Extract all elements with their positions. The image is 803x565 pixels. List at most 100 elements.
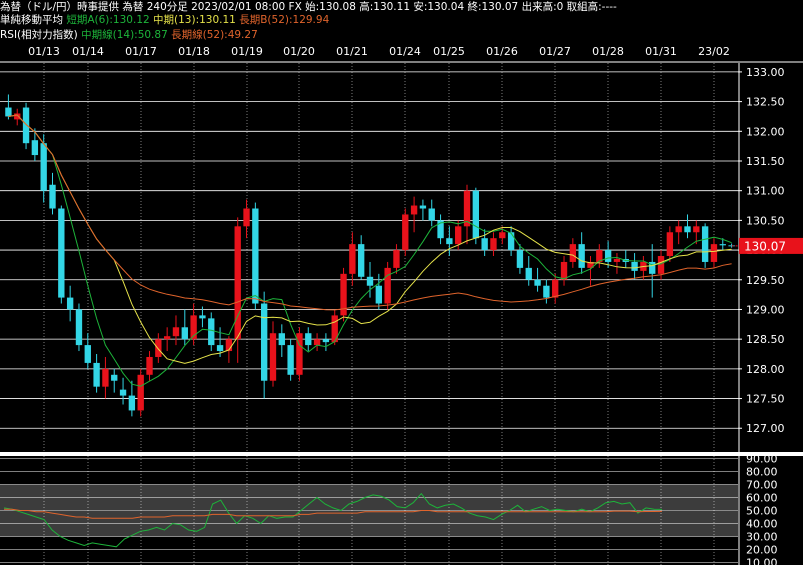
- candle-down: [208, 318, 215, 346]
- date-tick-label: 01/21: [336, 45, 368, 58]
- candle-up: [710, 244, 718, 262]
- last-price-label: 130.07: [744, 239, 786, 253]
- candle-down: [287, 345, 294, 375]
- date-tick-label: 01/13: [28, 45, 60, 58]
- candle-down: [199, 315, 206, 319]
- candle-down: [534, 279, 541, 286]
- candle-down: [66, 297, 74, 310]
- price-tick-label: 127.00: [746, 422, 785, 435]
- candle-up: [269, 333, 277, 381]
- price-tick-label: 131.50: [746, 155, 785, 168]
- candle-down: [446, 238, 453, 245]
- candle-down: [578, 244, 585, 268]
- date-tick-label: 01/28: [592, 45, 624, 58]
- candle-down: [111, 374, 118, 381]
- candle-up: [560, 261, 568, 280]
- candle-up: [490, 238, 497, 251]
- candle-up: [455, 226, 462, 245]
- candle-down: [516, 250, 524, 268]
- date-tick-label: 01/17: [125, 45, 157, 58]
- price-tick-label: 129.50: [746, 274, 785, 287]
- candle-up: [675, 226, 682, 233]
- candle-up: [349, 244, 356, 274]
- candle-up: [102, 368, 109, 387]
- date-tick-label: 01/19: [231, 45, 263, 58]
- candle-up: [14, 113, 21, 120]
- candle-down: [305, 333, 312, 346]
- rsi-tick-label: 60.00: [746, 492, 778, 505]
- price-tick-label: 128.50: [746, 333, 785, 346]
- candle-down: [604, 250, 612, 262]
- candle-down: [507, 232, 515, 251]
- candle-down: [719, 244, 726, 246]
- price-tick-label: 127.50: [746, 393, 785, 406]
- date-tick-label: 23/02: [698, 45, 730, 58]
- candle-down: [419, 205, 427, 209]
- candle-up: [234, 226, 241, 340]
- candle-down: [181, 327, 188, 340]
- candle-down: [543, 285, 550, 298]
- date-tick-label: 01/20: [283, 45, 315, 58]
- candle-up: [163, 336, 171, 340]
- date-tick-label: 01/18: [178, 45, 210, 58]
- candle-down: [684, 226, 691, 233]
- candle-down: [701, 226, 709, 262]
- candle-down: [93, 362, 100, 387]
- candle-down: [260, 303, 268, 381]
- candle-down: [128, 395, 136, 411]
- candle-down: [481, 238, 488, 251]
- price-tick-label: 132.50: [746, 96, 785, 109]
- rsi-tick-label: 50.00: [746, 505, 778, 518]
- ma-mid-line: [8, 114, 732, 364]
- price-tick-label: 131.00: [746, 185, 785, 198]
- price-tick-label: 133.00: [746, 66, 785, 79]
- candle-down: [49, 184, 56, 209]
- candle-down: [631, 261, 638, 271]
- price-tick-label: 132.00: [746, 125, 785, 138]
- candle-down: [119, 389, 127, 396]
- candle-up: [569, 244, 577, 262]
- rsi-tick-label: 70.00: [746, 479, 778, 492]
- rsi-tick-label: 10.00: [746, 556, 778, 565]
- candle-up: [402, 214, 409, 251]
- date-tick-label: 01/26: [486, 45, 518, 58]
- ma-short-line: [8, 114, 732, 387]
- candle-up: [155, 339, 162, 357]
- candle-up: [393, 250, 400, 268]
- price-tick-label: 129.00: [746, 303, 785, 316]
- candle-down: [278, 333, 285, 346]
- candle-down: [40, 143, 47, 191]
- candle-down: [525, 267, 532, 280]
- candle-down: [22, 107, 30, 144]
- rsi-tick-label: 80.00: [746, 466, 778, 479]
- candle-up: [384, 267, 391, 304]
- rsi-tick-label: 20.00: [746, 543, 778, 556]
- candle-down: [5, 107, 12, 117]
- candle-up: [499, 232, 506, 239]
- candle-down: [428, 208, 435, 221]
- date-tick-label: 01/14: [72, 45, 104, 58]
- candle-down: [472, 190, 480, 239]
- price-tick-label: 128.00: [746, 363, 785, 376]
- candle-up: [552, 279, 559, 298]
- candle-up: [137, 374, 144, 411]
- rsi-tick-label: 90.00: [746, 453, 778, 466]
- candle-down: [375, 285, 382, 304]
- candle-down: [31, 140, 39, 156]
- candle-down: [252, 208, 259, 304]
- candle-down: [366, 276, 374, 286]
- candle-up: [613, 258, 621, 262]
- rsi-tick-label: 40.00: [746, 517, 778, 530]
- candle-down: [58, 208, 65, 298]
- pane-separator: [0, 452, 803, 456]
- candle-up: [410, 205, 418, 215]
- candle-up: [243, 208, 250, 227]
- candle-up: [666, 232, 674, 257]
- date-tick-label: 01/24: [389, 45, 421, 58]
- date-tick-label: 01/27: [539, 45, 571, 58]
- candle-down: [216, 345, 224, 352]
- date-tick-label: 01/25: [433, 45, 465, 58]
- candlestick-chart: 01/13 01/14 01/17 01/18 01/19 01/20 01/21 01/24…: [0, 45, 803, 565]
- date-tick-label: 01/31: [645, 45, 677, 58]
- candle-up: [657, 256, 665, 274]
